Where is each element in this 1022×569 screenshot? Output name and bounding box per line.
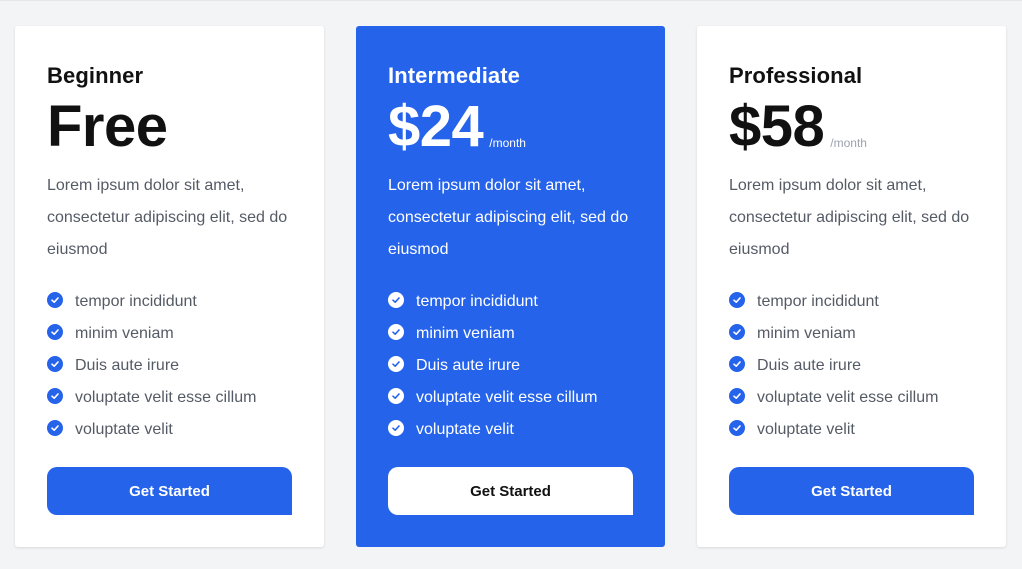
feature-list: tempor incididunt minim veniam Duis aute… bbox=[388, 286, 633, 446]
check-circle-icon bbox=[729, 388, 745, 404]
feature-list: tempor incididunt minim veniam Duis aute… bbox=[47, 286, 292, 446]
plan-price: Free bbox=[47, 94, 168, 159]
feature-label: Duis aute irure bbox=[416, 357, 521, 374]
price-row: $24 /month bbox=[388, 96, 633, 156]
plan-description: Lorem ipsum dolor sit amet, consectetur … bbox=[388, 177, 629, 258]
check-circle-icon bbox=[729, 324, 745, 340]
feature-item: voluptate velit bbox=[388, 414, 633, 446]
get-started-button[interactable]: Get Started bbox=[729, 467, 974, 515]
plan-price: $58 bbox=[729, 94, 825, 159]
feature-item: minim veniam bbox=[729, 318, 974, 350]
feature-item: voluptate velit esse cillum bbox=[47, 382, 292, 414]
price-row: Free bbox=[47, 96, 292, 156]
get-started-button[interactable]: Get Started bbox=[388, 467, 633, 515]
feature-label: voluptate velit bbox=[75, 421, 173, 438]
feature-item: Duis aute irure bbox=[47, 350, 292, 382]
price-period: /month bbox=[830, 136, 867, 150]
feature-label: tempor incididunt bbox=[75, 293, 197, 310]
feature-label: minim veniam bbox=[416, 325, 515, 342]
feature-item: voluptate velit bbox=[729, 414, 974, 446]
feature-label: minim veniam bbox=[757, 325, 856, 342]
check-circle-icon bbox=[47, 420, 63, 436]
feature-item: Duis aute irure bbox=[729, 350, 974, 382]
check-circle-icon bbox=[388, 420, 404, 436]
pricing-card-professional: Professional $58 /month Lorem ipsum dolo… bbox=[697, 26, 1006, 547]
plan-description: Lorem ipsum dolor sit amet, consectetur … bbox=[729, 177, 970, 258]
plan-name: Professional bbox=[729, 63, 863, 88]
feature-label: Duis aute irure bbox=[757, 357, 862, 374]
feature-label: voluptate velit bbox=[416, 421, 514, 438]
plan-price: $24 bbox=[388, 94, 484, 159]
plan-description: Lorem ipsum dolor sit amet, consectetur … bbox=[47, 177, 288, 258]
feature-label: voluptate velit esse cillum bbox=[757, 389, 939, 406]
feature-item: tempor incididunt bbox=[729, 286, 974, 318]
check-circle-icon bbox=[388, 388, 404, 404]
feature-label: tempor incididunt bbox=[416, 293, 538, 310]
feature-label: minim veniam bbox=[75, 325, 174, 342]
plan-name: Intermediate bbox=[388, 63, 521, 88]
feature-item: minim veniam bbox=[47, 318, 292, 350]
pricing-card-beginner: Beginner Free Lorem ipsum dolor sit amet… bbox=[15, 26, 324, 547]
check-circle-icon bbox=[47, 324, 63, 340]
check-circle-icon bbox=[47, 356, 63, 372]
plan-name: Beginner bbox=[47, 63, 144, 88]
check-circle-icon bbox=[388, 292, 404, 308]
check-circle-icon bbox=[47, 388, 63, 404]
check-circle-icon bbox=[729, 292, 745, 308]
feature-item: voluptate velit bbox=[47, 414, 292, 446]
feature-label: tempor incididunt bbox=[757, 293, 879, 310]
feature-label: voluptate velit esse cillum bbox=[75, 389, 257, 406]
check-circle-icon bbox=[729, 356, 745, 372]
feature-item: tempor incididunt bbox=[388, 286, 633, 318]
feature-label: voluptate velit esse cillum bbox=[416, 389, 598, 406]
feature-item: tempor incididunt bbox=[47, 286, 292, 318]
feature-item: voluptate velit esse cillum bbox=[729, 382, 974, 414]
feature-label: Duis aute irure bbox=[75, 357, 180, 374]
check-circle-icon bbox=[729, 420, 745, 436]
feature-list: tempor incididunt minim veniam Duis aute… bbox=[729, 286, 974, 446]
check-circle-icon bbox=[388, 324, 404, 340]
check-circle-icon bbox=[47, 292, 63, 308]
feature-item: Duis aute irure bbox=[388, 350, 633, 382]
feature-item: voluptate velit esse cillum bbox=[388, 382, 633, 414]
feature-item: minim veniam bbox=[388, 318, 633, 350]
price-row: $58 /month bbox=[729, 96, 974, 156]
get-started-button[interactable]: Get Started bbox=[47, 467, 292, 515]
pricing-card-intermediate: Intermediate $24 /month Lorem ipsum dolo… bbox=[356, 26, 665, 547]
check-circle-icon bbox=[388, 356, 404, 372]
pricing-section: Beginner Free Lorem ipsum dolor sit amet… bbox=[0, 0, 1022, 569]
feature-label: voluptate velit bbox=[757, 421, 855, 438]
price-period: /month bbox=[489, 136, 526, 150]
